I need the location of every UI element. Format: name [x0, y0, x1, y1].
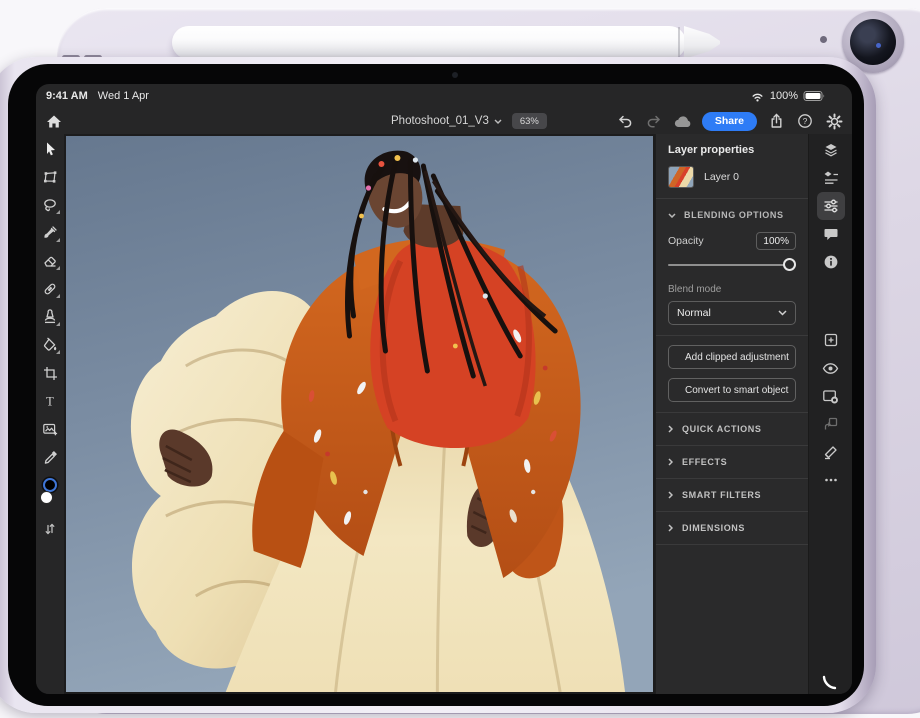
opacity-value[interactable]: 100% — [756, 232, 796, 250]
layers-icon[interactable] — [817, 136, 845, 164]
chevron-down-icon — [668, 213, 676, 218]
zoom-level-badge[interactable]: 63% — [512, 113, 547, 129]
apple-pencil — [172, 26, 686, 59]
more-options-icon[interactable] — [817, 466, 845, 494]
tool-eraser[interactable] — [36, 247, 64, 275]
chevron-right-icon — [668, 425, 673, 433]
battery-icon — [803, 90, 826, 102]
tool-crop[interactable] — [36, 359, 64, 387]
photoshop-app-screen: 9:41 AM Wed 1 Apr 100% — [36, 84, 852, 694]
color-swatches[interactable] — [36, 477, 64, 515]
layer-visibility-icon[interactable] — [817, 354, 845, 382]
divider — [656, 544, 808, 545]
tool-transform[interactable] — [36, 163, 64, 191]
tool-eyedropper[interactable] — [36, 443, 64, 471]
rear-microphone-dot — [820, 36, 827, 43]
slider-track — [668, 264, 796, 266]
foreground-color-swatch[interactable] — [43, 478, 57, 492]
section-smart-filters[interactable]: SMART FILTERS — [668, 479, 796, 511]
tool-clone-stamp[interactable] — [36, 303, 64, 331]
share-button[interactable]: Share — [702, 112, 757, 131]
adjustments-icon[interactable] — [817, 192, 845, 220]
chevron-right-icon — [668, 524, 673, 532]
add-layer-icon[interactable] — [817, 326, 845, 354]
svg-text:?: ? — [803, 116, 808, 126]
chevron-right-icon — [668, 458, 673, 466]
divider — [656, 198, 808, 199]
layer-thumbnail — [668, 166, 694, 188]
layer-properties-icon[interactable] — [817, 164, 845, 192]
add-mask-icon[interactable] — [817, 382, 845, 410]
section-effects[interactable]: EFFECTS — [668, 446, 796, 478]
svg-text:T: T — [46, 395, 54, 409]
corner-gesture-indicator[interactable] — [822, 674, 838, 690]
tool-place-photo[interactable] — [36, 415, 64, 443]
layer-row[interactable]: Layer 0 — [668, 166, 796, 188]
tool-type[interactable]: T — [36, 387, 64, 415]
rear-camera-lens — [850, 19, 896, 65]
tool-move[interactable] — [36, 135, 64, 163]
canvas-photo — [66, 136, 653, 692]
opacity-label: Opacity — [668, 235, 704, 247]
canvas-area[interactable] — [64, 134, 655, 694]
help-button[interactable]: ? — [795, 111, 815, 131]
settings-gear-icon[interactable] — [824, 111, 844, 131]
blending-options-header[interactable]: BLENDING OPTIONS — [668, 210, 796, 220]
status-time: 9:41 AM — [46, 90, 88, 102]
panel-title: Layer properties — [668, 144, 796, 156]
battery-percent: 100% — [770, 90, 798, 102]
document-title[interactable]: Photoshoot_01_V3 — [391, 115, 502, 127]
panel-rail-right — [808, 134, 852, 694]
blend-mode-label: Blend mode — [668, 284, 796, 295]
blend-mode-select[interactable]: Normal — [668, 301, 796, 325]
redo-button[interactable] — [644, 111, 664, 131]
tool-fill[interactable] — [36, 331, 64, 359]
info-icon[interactable] — [817, 248, 845, 276]
comments-icon[interactable] — [817, 220, 845, 248]
camera-glint — [876, 43, 881, 48]
cloud-sync-icon[interactable] — [673, 111, 693, 131]
tool-healing-brush[interactable] — [36, 275, 64, 303]
status-bar: 9:41 AM Wed 1 Apr 100% — [36, 84, 852, 108]
marketing-scene: 9:41 AM Wed 1 Apr 100% — [0, 0, 920, 718]
opacity-slider[interactable] — [668, 258, 796, 272]
section-dimensions[interactable]: DIMENSIONS — [668, 512, 796, 544]
status-date: Wed 1 Apr — [98, 90, 149, 102]
layer-properties-panel: Layer properties Layer 0 BLENDING OPTION… — [655, 134, 808, 694]
apple-pencil-seam — [678, 27, 680, 58]
export-icon[interactable] — [766, 111, 786, 131]
front-facing-camera — [452, 72, 458, 78]
swap-colors-icon[interactable] — [36, 515, 64, 543]
app-header: Photoshoot_01_V3 63% — [36, 108, 852, 134]
background-color-swatch[interactable] — [40, 491, 53, 504]
chevron-down-icon — [494, 119, 502, 124]
slider-handle[interactable] — [783, 258, 796, 271]
chevron-right-icon — [668, 491, 673, 499]
add-clipped-adjustment-button[interactable]: Add clipped adjustment — [668, 345, 796, 369]
home-button[interactable] — [42, 110, 66, 132]
chevron-down-icon — [778, 310, 787, 316]
tool-lasso[interactable] — [36, 191, 64, 219]
section-quick-actions[interactable]: QUICK ACTIONS — [668, 413, 796, 445]
tool-brush[interactable] — [36, 219, 64, 247]
tool-bar-left: T — [36, 134, 64, 694]
clipping-mask-icon[interactable] — [817, 410, 845, 438]
transform-icon[interactable] — [817, 438, 845, 466]
undo-button[interactable] — [615, 111, 635, 131]
divider — [656, 335, 808, 336]
layer-name: Layer 0 — [704, 171, 739, 183]
convert-smart-object-button[interactable]: Convert to smart object — [668, 378, 796, 402]
wifi-icon — [750, 90, 765, 102]
